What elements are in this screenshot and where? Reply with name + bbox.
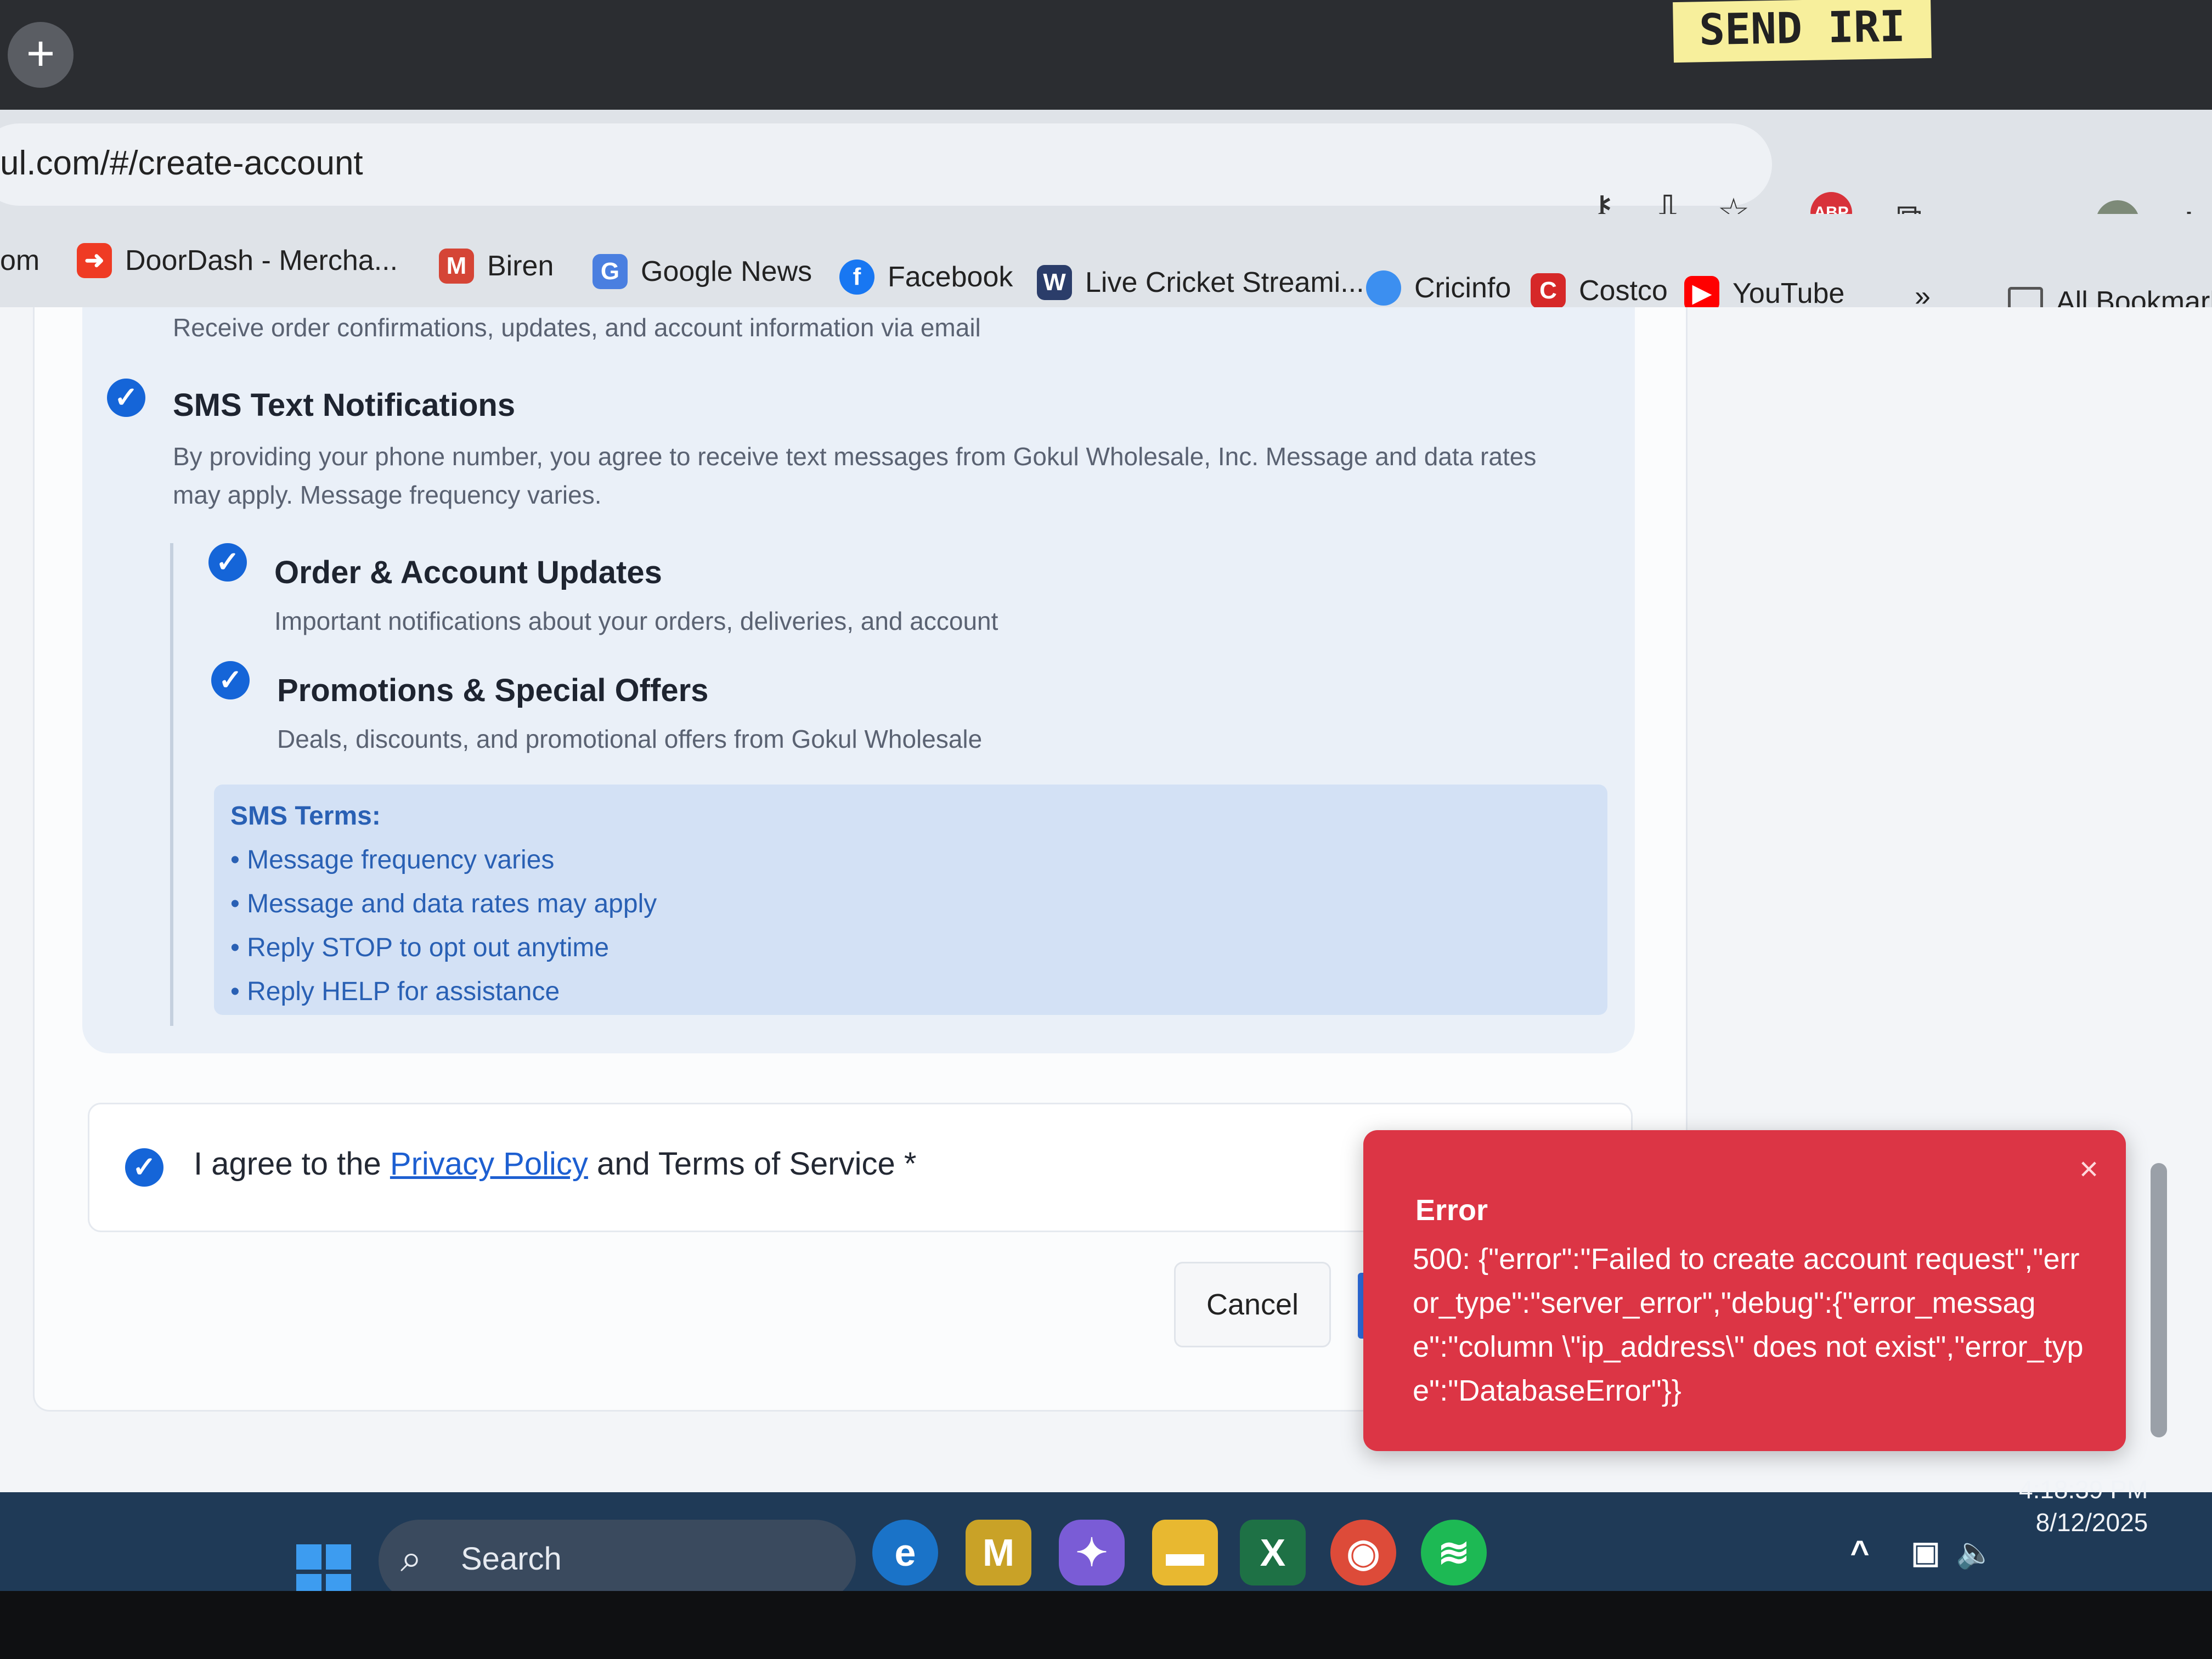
order-updates-description: Important notifications about your order… bbox=[274, 607, 998, 635]
cricinfo-icon bbox=[1366, 270, 1401, 306]
excel-icon[interactable]: X bbox=[1240, 1520, 1306, 1585]
volume-icon[interactable]: 🔈 bbox=[1953, 1520, 1997, 1585]
copilot-icon[interactable]: ✦ bbox=[1059, 1520, 1125, 1585]
agree-label: I agree to the Privacy Policy and Terms … bbox=[194, 1146, 917, 1182]
costco-icon: C bbox=[1531, 273, 1566, 308]
cancel-button[interactable]: Cancel bbox=[1174, 1262, 1331, 1347]
sms-description-line2: may apply. Message frequency varies. bbox=[173, 481, 602, 509]
cricket-icon: W bbox=[1037, 265, 1072, 300]
sms-description-line1: By providing your phone number, you agre… bbox=[173, 442, 1537, 471]
clock-time: 4:18:39 PM bbox=[2019, 1475, 2148, 1504]
sticky-note: SEND IRI bbox=[1673, 0, 1932, 63]
sms-term-item: • Message and data rates may apply bbox=[230, 889, 657, 918]
google-news-icon: G bbox=[592, 254, 628, 289]
new-tab-button[interactable]: + bbox=[8, 22, 74, 88]
monitor-bezel bbox=[0, 1591, 2212, 1659]
sms-term-item: • Reply STOP to opt out anytime bbox=[230, 933, 610, 962]
network-icon[interactable]: ▣ bbox=[1904, 1520, 1948, 1585]
email-description: Receive order confirmations, updates, an… bbox=[173, 313, 981, 342]
privacy-policy-link[interactable]: Privacy Policy bbox=[390, 1146, 588, 1182]
bookmark-biren[interactable]: M Biren bbox=[439, 236, 554, 296]
promotions-checkbox[interactable]: ✓ bbox=[211, 661, 250, 699]
toast-title: Error bbox=[1415, 1194, 1488, 1227]
gmail-icon: M bbox=[439, 249, 474, 284]
tray-chevron-icon[interactable]: ^ bbox=[1838, 1520, 1882, 1585]
clock[interactable]: 4:18:39 PM 8/12/2025 bbox=[2019, 1473, 2148, 1539]
chrome-icon[interactable]: ◉ bbox=[1330, 1520, 1396, 1585]
bookmark-facebook[interactable]: f Facebook bbox=[839, 247, 1013, 307]
toast-close-icon[interactable]: × bbox=[2079, 1150, 2098, 1188]
sms-terms-heading: SMS Terms: bbox=[230, 802, 381, 831]
sms-checkbox[interactable]: ✓ bbox=[107, 379, 145, 417]
agree-checkbox[interactable]: ✓ bbox=[125, 1148, 163, 1187]
promotions-description: Deals, discounts, and promotional offers… bbox=[277, 725, 983, 753]
sub-options-divider bbox=[170, 543, 173, 1026]
bookmark-doordash[interactable]: ➜ DoorDash - Mercha... bbox=[77, 230, 398, 291]
order-updates-checkbox[interactable]: ✓ bbox=[208, 543, 247, 582]
doordash-icon: ➜ bbox=[77, 243, 112, 278]
promotions-title: Promotions & Special Offers bbox=[277, 673, 709, 708]
error-toast: × Error 500: {"error":"Failed to create … bbox=[1363, 1130, 2126, 1451]
sms-term-item: • Message frequency varies bbox=[230, 845, 555, 874]
app-m-icon[interactable]: M bbox=[966, 1520, 1031, 1585]
edge-icon[interactable]: e bbox=[872, 1520, 938, 1585]
bookmark-google-news[interactable]: G Google News bbox=[592, 241, 812, 302]
url-text[interactable]: ul.com/#/create-account bbox=[0, 136, 363, 191]
sms-term-item: • Reply HELP for assistance bbox=[230, 977, 560, 1006]
toast-message: 500: {"error":"Failed to create account … bbox=[1413, 1243, 2084, 1407]
sms-title: SMS Text Notifications bbox=[173, 387, 516, 423]
order-updates-title: Order & Account Updates bbox=[274, 555, 662, 590]
search-icon: ⌕ bbox=[400, 1537, 422, 1579]
clock-date: 8/12/2025 bbox=[2035, 1508, 2148, 1537]
spotify-icon[interactable]: ≋ bbox=[1421, 1520, 1487, 1585]
taskbar-search[interactable]: ⌕ Search bbox=[379, 1520, 856, 1602]
page-scrollbar[interactable] bbox=[2151, 1163, 2167, 1437]
file-explorer-icon[interactable]: ▬ bbox=[1152, 1520, 1218, 1585]
youtube-icon: ▶ bbox=[1684, 276, 1719, 311]
bookmark-item[interactable]: om bbox=[0, 230, 40, 291]
facebook-icon: f bbox=[839, 259, 874, 295]
bookmark-live-cricket[interactable]: W Live Cricket Streami... bbox=[1037, 252, 1364, 313]
